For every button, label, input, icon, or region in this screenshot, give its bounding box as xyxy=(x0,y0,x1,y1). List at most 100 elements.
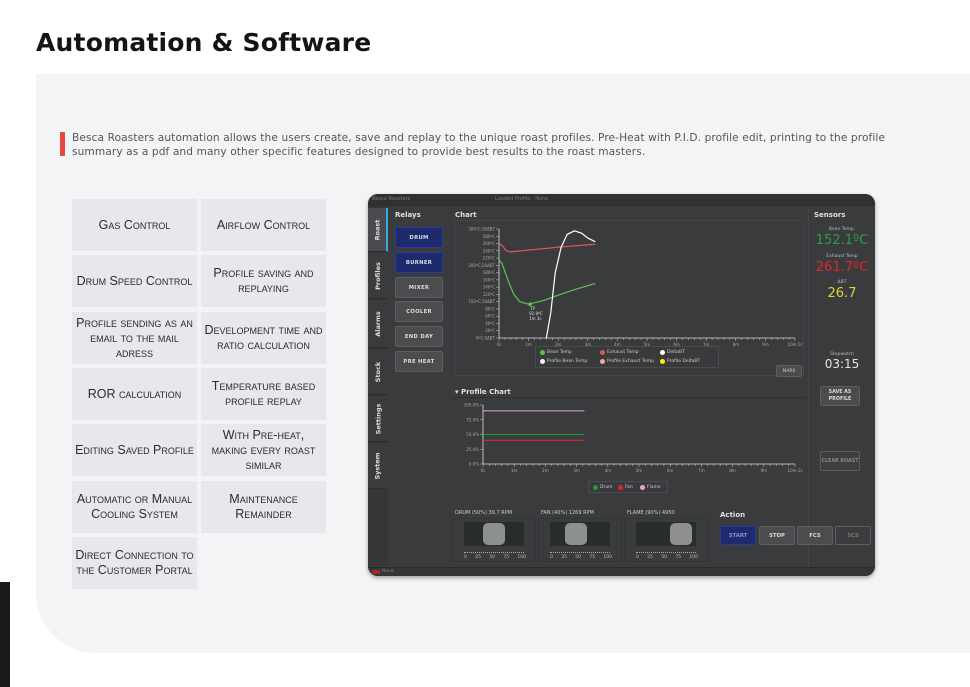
relay-drum-button[interactable]: DRUM xyxy=(395,227,443,248)
bean-temp-label: Bean Temp. xyxy=(828,227,856,232)
tab-settings[interactable]: Settings xyxy=(368,396,388,442)
tab-profiles[interactable]: Profiles xyxy=(368,253,388,299)
stopwatch-value: 03:15 xyxy=(824,357,860,371)
feature-tile: Automatic or Manual Cooling System xyxy=(72,481,197,533)
drum-slider-label: DRUM (50%) 39.7 RPM xyxy=(455,510,513,516)
feature-tile: Temperature based profile replay xyxy=(201,368,326,420)
legend-flame: Flame xyxy=(640,485,661,490)
slider-track[interactable] xyxy=(464,522,524,546)
legend-dot xyxy=(618,485,623,490)
scs-button[interactable]: SCS xyxy=(835,526,871,545)
fcs-button[interactable]: FCS xyxy=(797,526,833,545)
accent-bar xyxy=(60,132,65,156)
x-tick-label: 2m xyxy=(542,468,549,473)
tab-system[interactable]: System xyxy=(368,443,388,489)
feature-tile: Development time and ratio calculation xyxy=(201,312,326,364)
stop-button[interactable]: STOP xyxy=(759,526,795,545)
intro-text: Besca Roasters automation allows the use… xyxy=(72,132,886,158)
legend-exhaust-temp: Exhaust Temp xyxy=(600,350,639,355)
feature-tile: Direct Connection to the Customer Portal xyxy=(72,537,197,589)
relay-cooler-button[interactable]: COOLER xyxy=(395,301,443,322)
side-tabs: Roast Profiles Alarms Stock Settings Sys… xyxy=(368,206,388,566)
x-tick-label: 4m xyxy=(605,468,612,473)
y-tick-label: 280ºC xyxy=(483,234,496,239)
chart-panel: Chart 0ºC;0ΔBT 20ºC 40ºC 60ºC 80ºC 100ºC;10ΔB… xyxy=(452,208,806,380)
x-tick-label: 10m 1s xyxy=(788,342,803,347)
legend-dot xyxy=(660,350,665,355)
tab-stock[interactable]: Stock xyxy=(368,349,388,395)
flame-slider[interactable]: 0 25 50 75 100 xyxy=(624,518,708,562)
feature-tile: Editing Saved Profile xyxy=(72,424,197,476)
x-tick-label: 9m xyxy=(761,468,768,473)
x-tick-label: 6m xyxy=(667,468,674,473)
profile-chart-header[interactable]: ▾ Profile Chart xyxy=(452,386,806,398)
feature-tile: Profile saving and replaying xyxy=(201,255,326,307)
y-tick-label: 50.0% xyxy=(466,432,479,437)
start-button[interactable]: START xyxy=(720,526,756,545)
feature-tile: Drum Speed Control xyxy=(72,255,197,307)
profile-legend: Drum Fan Flame xyxy=(588,481,668,493)
x-tick-label: 3m xyxy=(573,468,580,473)
mark-button[interactable]: MARK xyxy=(776,365,802,377)
clear-roast-button[interactable]: CLEAR ROAST xyxy=(820,451,860,471)
slider-scale: 0 25 50 75 100 xyxy=(464,555,526,560)
legend-profile-exhaust-temp: Profile Exhaust Temp xyxy=(600,359,654,364)
feature-tile: ROR calculation xyxy=(72,368,197,420)
relay-pre-heat-button[interactable]: PRE HEAT xyxy=(395,351,443,372)
y-tick-label: 100ºC;10ΔBT xyxy=(468,299,495,304)
page-title: Automation & Software xyxy=(36,28,372,57)
legend-dot xyxy=(600,359,605,364)
relay-mixer-button[interactable]: MIXER xyxy=(395,277,443,298)
tab-alarms[interactable]: Alarms xyxy=(368,300,388,348)
slider-track[interactable] xyxy=(550,522,610,546)
relays-title: Relays xyxy=(395,211,421,219)
legend-dot xyxy=(593,485,598,490)
y-tick-label: 0ºC;0ΔBT xyxy=(476,336,496,341)
series-line-bean-temp xyxy=(498,259,596,305)
x-tick-label: 8m xyxy=(733,342,740,347)
legend-drum: Drum xyxy=(593,485,613,490)
y-tick-label: 60ºC xyxy=(485,314,495,319)
action-panel: Action START STOP FCS SCS xyxy=(716,508,874,554)
y-tick-label: 120ºC xyxy=(483,292,496,297)
relay-burner-button[interactable]: BURNER xyxy=(395,252,443,273)
profile-chart-title: ▾ Profile Chart xyxy=(455,388,511,396)
y-tick-label: 200ºC;20ΔBT xyxy=(468,263,495,268)
chart-frame: 0ºC;0ΔBT 20ºC 40ºC 60ºC 80ºC 100ºC;10ΔBT 120ºC… xyxy=(454,220,804,376)
feature-tile: Maintenance Remainder xyxy=(201,481,326,533)
annotation-time: 1m 3s xyxy=(529,316,541,321)
slider-thumb[interactable] xyxy=(565,523,588,545)
exhaust-temp-value: 261.7ºC xyxy=(815,260,869,275)
slider-scale: 0 25 50 75 100 xyxy=(636,555,698,560)
feature-tile: Airflow Control xyxy=(201,199,326,251)
x-tick-label: 9m xyxy=(762,342,769,347)
exhaust-temp-label: Exhaust Temp xyxy=(826,254,858,259)
slider-ticks xyxy=(636,549,696,553)
sensors-title: Sensors xyxy=(814,211,846,219)
fan-slider[interactable]: 0 25 50 75 100 xyxy=(538,518,622,562)
slider-thumb[interactable] xyxy=(670,523,693,545)
relays-panel: Relays DRUM BURNER MIXER COOLER END DAY … xyxy=(390,208,448,372)
slider-scale: 0 25 50 75 100 xyxy=(550,555,612,560)
chart-legend: Bean Temp Exhaust Temp DeltaBT Profile B… xyxy=(535,346,719,368)
slider-track[interactable] xyxy=(636,522,696,546)
y-tick-label: 20ºC xyxy=(485,328,495,333)
x-tick-label: 10m 1s xyxy=(788,468,803,473)
legend-dot xyxy=(660,359,665,364)
y-tick-label: 75.0% xyxy=(466,417,479,422)
legend-profile-delta-bt: Profile DeltaBT xyxy=(660,359,700,364)
x-tick-label: 1m xyxy=(511,468,518,473)
slider-thumb[interactable] xyxy=(483,523,505,545)
y-tick-label: 25.0% xyxy=(466,447,479,452)
drum-slider[interactable]: 0 25 50 75 100 xyxy=(452,518,536,562)
y-tick-label: 80ºC xyxy=(485,306,495,311)
series-line-exhaust-temp xyxy=(498,243,596,253)
profile-chart-panel: ▾ Profile Chart 0.0% 25.0% 50.0% 75.0% 100.0… xyxy=(452,386,806,504)
slider-ticks xyxy=(464,549,524,553)
save-as-profile-button[interactable]: SAVE AS PROFILE xyxy=(820,386,860,406)
tab-roast[interactable]: Roast xyxy=(368,208,388,252)
y-tick-label: 260ºC xyxy=(483,241,496,246)
app-title: Besca Roasters xyxy=(372,196,411,202)
relay-end-day-button[interactable]: END DAY xyxy=(395,326,443,347)
legend-delta-bt: DeltaBT xyxy=(660,350,685,355)
